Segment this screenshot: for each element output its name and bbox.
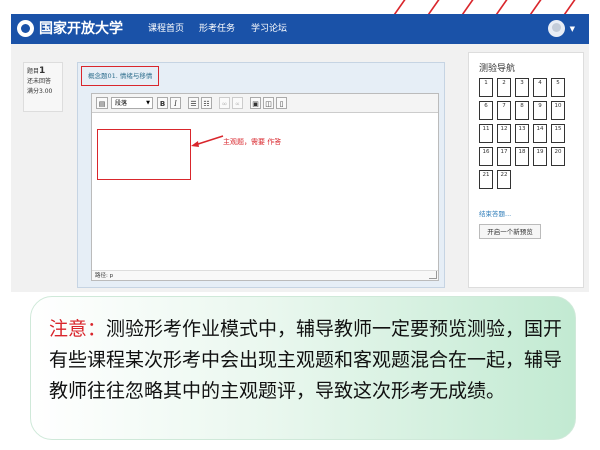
- quiz-navigation-panel: 测验导航 1 2 3 4 5 6 7 8 9 10 11 12 13 14 15 16 17 18 19 20 21 22…: [468, 52, 584, 288]
- question-nav-cell[interactable]: 16: [479, 147, 493, 166]
- editor-path-bar: 路径: p: [92, 270, 438, 280]
- quiz-navigation-title: 测验导航: [479, 64, 516, 74]
- question-nav-cell[interactable]: 3: [515, 78, 529, 97]
- question-nav-cell[interactable]: 8: [515, 101, 529, 120]
- question-nav-cell[interactable]: 2: [497, 78, 511, 97]
- decorative-red-strokes: [370, 0, 600, 14]
- question-nav-cell[interactable]: 12: [497, 124, 511, 143]
- question-nav-cell[interactable]: 17: [497, 147, 511, 166]
- question-nav-grid: 1 2 3 4 5 6 7 8 9 10 11 12 13 14 15 16 17 18 19 20 21 22: [479, 78, 574, 193]
- numbered-list-icon[interactable]: ☷: [201, 97, 212, 109]
- notice-text-block: 注意：测验形考作业模式中，辅导教师一定要预览测验，国开有些课程某次形考中会出现主…: [49, 314, 565, 407]
- question-box: 概念题01. 情绪与移情 ▤ 段落 ▼ B I ☰ ☷ ∞ ∝ ▣ ◫ ▯ 主观题…: [77, 62, 445, 288]
- notice-body: 测验形考作业模式中，辅导教师一定要预览测验，国开有些课程某次形考中会出现主观题和…: [49, 318, 563, 402]
- question-nav-cell[interactable]: 4: [533, 78, 547, 97]
- bold-icon[interactable]: B: [157, 97, 168, 109]
- paragraph-format-select[interactable]: 段落 ▼: [111, 97, 153, 109]
- question-nav-cell[interactable]: 13: [515, 124, 529, 143]
- start-new-preview-button[interactable]: 开启一个新预览: [479, 224, 541, 239]
- subjective-annotation: 主观题，需要 作答: [223, 138, 282, 146]
- question-nav-cell[interactable]: 18: [515, 147, 529, 166]
- nav-assessment-tasks[interactable]: 形考任务: [199, 23, 235, 35]
- question-nav-cell[interactable]: 5: [551, 78, 565, 97]
- nav-course-home[interactable]: 课程首页: [148, 23, 184, 35]
- question-title: 概念题01. 情绪与移情: [81, 66, 159, 86]
- question-nav-cell[interactable]: 1: [479, 78, 493, 97]
- image-icon[interactable]: ▣: [250, 97, 261, 109]
- user-avatar[interactable]: [548, 20, 565, 37]
- notice-label: 注意：: [49, 318, 107, 340]
- main-content: 题目1 还未回答 满分3.00 概念题01. 情绪与移情 ▤ 段落 ▼ B I ☰…: [11, 44, 589, 292]
- rich-text-editor[interactable]: ▤ 段落 ▼ B I ☰ ☷ ∞ ∝ ▣ ◫ ▯ 主观题，需要 作答 路径: p: [91, 93, 439, 281]
- notice-callout: 注意：测验形考作业模式中，辅导教师一定要预览测验，国开有些课程某次形考中会出现主…: [30, 296, 576, 440]
- chevron-down-icon[interactable]: ▼: [570, 25, 575, 33]
- top-navbar: 国家开放大学 课程首页 形考任务 学习论坛 ▼: [11, 14, 589, 44]
- question-nav-cell[interactable]: 10: [551, 101, 565, 120]
- question-nav-cell[interactable]: 22: [497, 170, 511, 189]
- editor-toolbar: ▤ 段落 ▼ B I ☰ ☷ ∞ ∝ ▣ ◫ ▯: [92, 94, 438, 113]
- chevron-down-icon: ▼: [146, 100, 150, 106]
- toolbar-toggle-icon[interactable]: ▤: [96, 97, 108, 109]
- question-score: 满分3.00: [27, 88, 53, 95]
- question-nav-cell[interactable]: 20: [551, 147, 565, 166]
- university-logo-icon: [17, 20, 34, 37]
- question-label: 题目: [27, 68, 40, 75]
- question-nav-cell[interactable]: 7: [497, 101, 511, 120]
- italic-icon[interactable]: I: [170, 97, 181, 109]
- resize-handle-icon[interactable]: [429, 271, 437, 279]
- brand-title[interactable]: 国家开放大学: [39, 19, 123, 39]
- question-nav-cell[interactable]: 21: [479, 170, 493, 189]
- answer-area-highlight[interactable]: [97, 129, 191, 180]
- question-nav-cell[interactable]: 6: [479, 101, 493, 120]
- question-nav-cell[interactable]: 11: [479, 124, 493, 143]
- unlink-icon[interactable]: ∝: [232, 97, 243, 109]
- question-nav-cell[interactable]: 19: [533, 147, 547, 166]
- question-nav-cell[interactable]: 15: [551, 124, 565, 143]
- question-nav-cell[interactable]: 9: [533, 101, 547, 120]
- question-number: 1: [39, 66, 46, 76]
- arrow-left-icon: [191, 135, 224, 147]
- media-icon[interactable]: ◫: [263, 97, 274, 109]
- finish-attempt-link[interactable]: 结束答题...: [479, 208, 511, 218]
- question-status: 还未回答: [27, 78, 52, 85]
- link-icon[interactable]: ∞: [219, 97, 230, 109]
- file-icon[interactable]: ▯: [276, 97, 287, 109]
- format-select-label: 段落: [115, 100, 128, 107]
- question-nav-cell[interactable]: 14: [533, 124, 547, 143]
- bullet-list-icon[interactable]: ☰: [188, 97, 199, 109]
- nav-learning-forum[interactable]: 学习论坛: [251, 23, 287, 35]
- question-info-panel: 题目1 还未回答 满分3.00: [23, 62, 63, 112]
